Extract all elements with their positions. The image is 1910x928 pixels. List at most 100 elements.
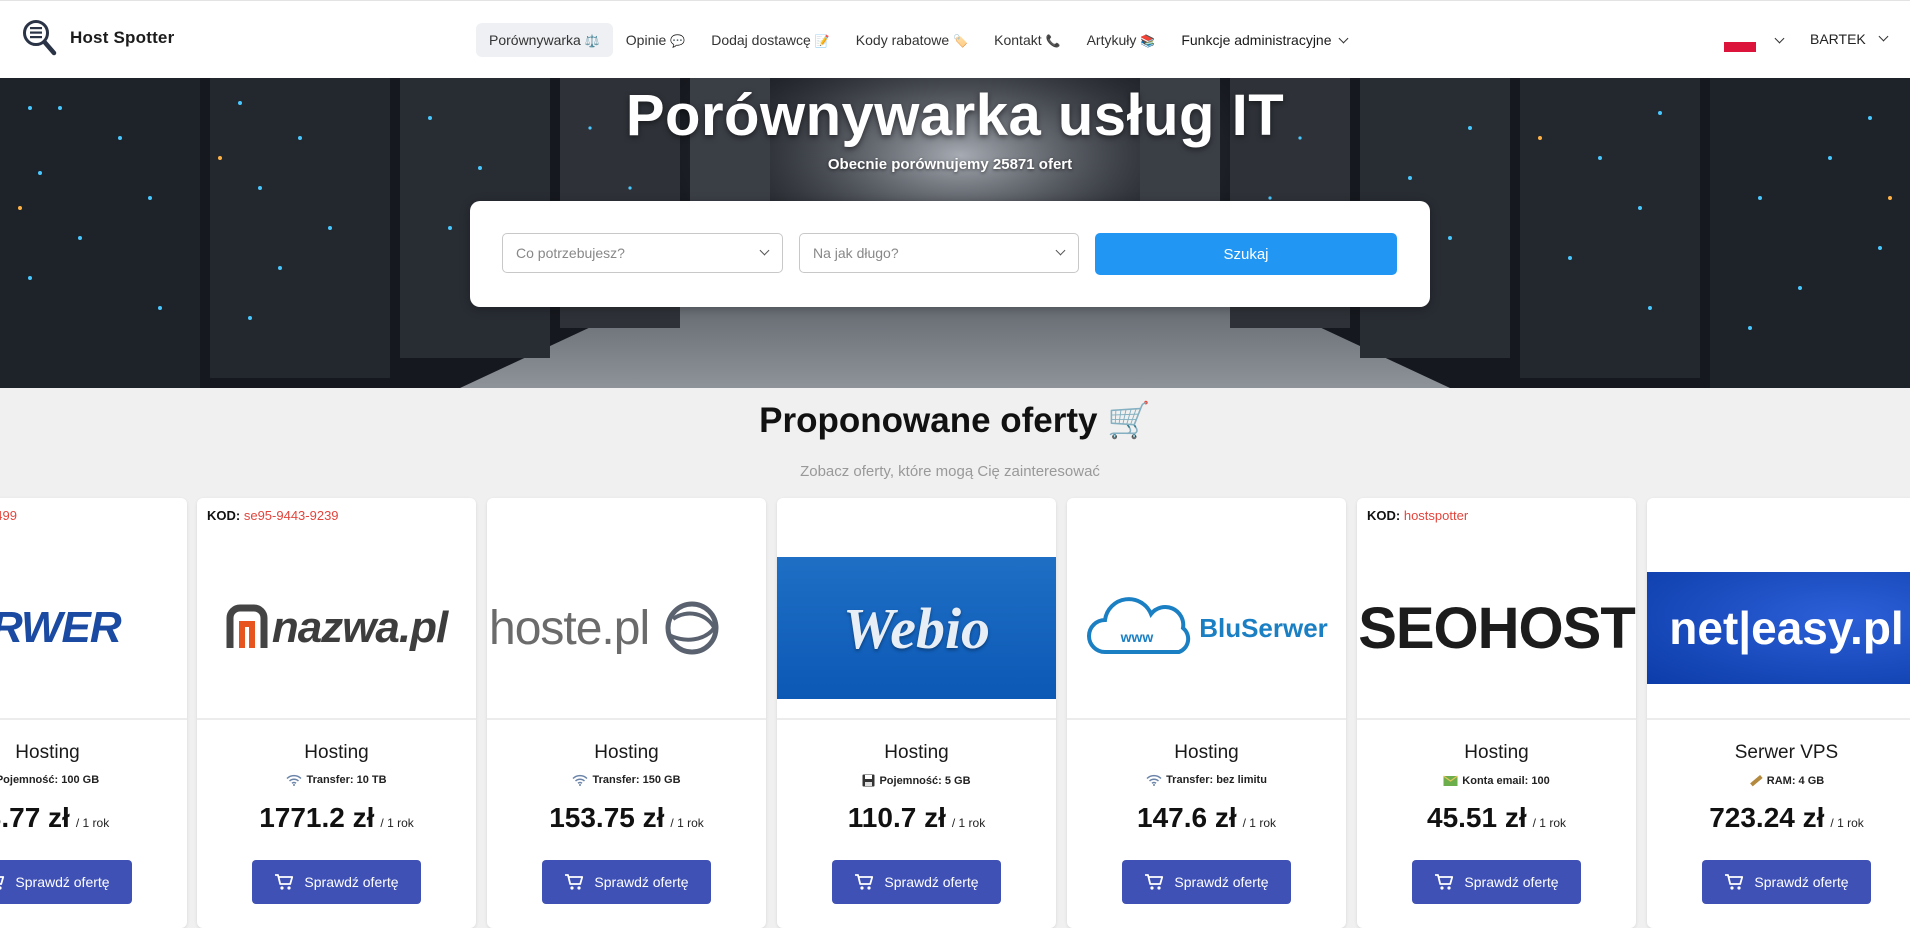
user-name: BARTEK — [1810, 31, 1866, 47]
offer-price: 1771.2 zł / 1 rok — [197, 802, 476, 834]
select-placeholder: Co potrzebujesz? — [516, 245, 625, 261]
nav-kody-rabatowe[interactable]: Kody rabatowe 🏷️ — [843, 23, 981, 57]
discount-code: KOD: se95-9443-9239 — [207, 508, 339, 523]
offers-title: Proponowane oferty 🛒 — [759, 401, 1151, 440]
check-offer-button[interactable]: Sprawdź ofertę — [1412, 860, 1581, 904]
offers-subtitle: Zobacz oferty, które mogą Cię zaintereso… — [800, 463, 1100, 480]
provider-logo: Webio — [777, 538, 1056, 720]
provider-logo-text: net|easy.pl — [1669, 602, 1904, 654]
nav-kontakt[interactable]: Kontakt 📞 — [981, 23, 1073, 57]
offer-price: 723.24 zł / 1 rok — [1647, 802, 1910, 834]
offer-type: Hosting — [304, 742, 369, 763]
offer-card: Webio Hosting Pojemność: 5 GB 110.7 zł / … — [777, 498, 1056, 928]
provider-logo: SEOHOST — [1357, 538, 1636, 720]
nav-artykuly[interactable]: Artykuły 📚 — [1074, 23, 1169, 57]
offer-card: net|easy.pl Serwer VPS RAM: 4 GB 723.24 … — [1647, 498, 1910, 928]
magnifier-logo-icon — [23, 20, 57, 56]
tag-icon: 🏷️ — [953, 34, 969, 48]
provider-logo-text: SEOHOST — [1358, 595, 1636, 661]
provider-logo: hoste.pl — [487, 538, 766, 720]
provider-logo-text: hoste.pl — [489, 601, 650, 655]
nav-admin-dropdown[interactable]: Funkcje administracyjne — [1168, 23, 1359, 57]
provider-logo: nazwa.pl — [197, 538, 476, 720]
language-selector[interactable] — [1724, 31, 1785, 52]
hero-title: Porównywarka usług IT — [625, 83, 1285, 148]
nav-label: Artykuły — [1086, 32, 1137, 48]
user-menu[interactable]: BARTEK — [1810, 31, 1889, 47]
offer-price: 147.6 zł / 1 rok — [1067, 802, 1346, 834]
offer-price: 3.77 zł / 1 rok — [0, 802, 187, 834]
search-button[interactable]: Szukaj — [1095, 233, 1397, 275]
cart-icon — [1145, 874, 1164, 890]
chevron-down-icon — [1338, 33, 1348, 44]
offer-type: Hosting — [594, 742, 659, 763]
price-value: 110.7 zł — [847, 802, 946, 833]
nazwa-logo-icon — [226, 604, 268, 648]
check-offer-button[interactable]: Sprawdź ofertę — [832, 860, 1001, 904]
neteasy-logo-box: net|easy.pl — [1647, 572, 1910, 684]
offer-card: www BluSerwer Hosting Transfer: bez limi… — [1067, 498, 1346, 928]
speech-bubble-icon: 💬 — [670, 34, 686, 48]
code-prefix: KOD: — [207, 508, 241, 523]
chevron-down-icon — [759, 245, 770, 256]
check-offer-button[interactable]: Sprawdź ofertę — [252, 860, 421, 904]
button-label: Sprawdź ofertę — [1754, 874, 1849, 890]
provider-logo-text: Webio — [842, 595, 991, 661]
hoste-globe-icon — [665, 601, 719, 655]
feature-text: Konta email: 100 — [1462, 774, 1550, 787]
service-type-select[interactable]: Co potrzebujesz? — [502, 233, 783, 273]
provider-logo-text: nazwa.pl — [271, 603, 448, 652]
offer-type: Hosting — [1464, 742, 1529, 763]
code-prefix: KOD: — [1367, 508, 1401, 523]
price-value: 147.6 zł — [1137, 802, 1237, 833]
provider-logo-text: SERWER — [0, 603, 122, 652]
books-icon: 📚 — [1140, 34, 1156, 48]
check-offer-button[interactable]: Sprawdź ofertę — [1702, 860, 1871, 904]
duration-select[interactable]: Na jak długo? — [799, 233, 1079, 273]
nav-label: Kontakt — [994, 32, 1042, 48]
feature-text: Transfer: 10 TB — [306, 774, 387, 786]
price-period: / 1 rok — [951, 816, 986, 830]
cart-icon — [855, 874, 874, 890]
offer-price: 45.51 zł / 1 rok — [1357, 802, 1636, 834]
scales-icon: ⚖️ — [584, 34, 600, 48]
nav-opinie[interactable]: Opinie 💬 — [613, 23, 698, 57]
price-value: 723.24 zł — [1709, 802, 1825, 833]
check-offer-button[interactable]: Sprawdź ofertę — [542, 860, 711, 904]
price-value: 1771.2 zł — [259, 802, 375, 833]
offer-feature: RAM: 4 GB — [1647, 774, 1910, 788]
button-label: Sprawdź ofertę — [594, 874, 689, 890]
cart-icon — [1435, 874, 1454, 890]
brand-logo-link[interactable]: Host Spotter — [22, 19, 174, 57]
feature-text: Transfer: bez limitu — [1166, 774, 1267, 786]
mail-icon — [1443, 775, 1459, 786]
check-offer-button[interactable]: Sprawdź ofertę — [0, 860, 132, 904]
offer-feature: Transfer: 150 GB — [487, 774, 766, 786]
price-period: / 1 rok — [1830, 816, 1864, 830]
offer-feature: Pojemność: 100 GB — [0, 774, 187, 786]
search-panel: Co potrzebujesz? Na jak długo? Szukaj — [470, 201, 1430, 307]
offer-card: -IKNVR9-126499 SERWER Hosting Pojemność:… — [0, 498, 187, 928]
provider-logo: SERWER — [0, 538, 187, 720]
discount-code: KOD: hostspotter — [1367, 508, 1468, 523]
provider-logo-text: BluSerwer — [1199, 612, 1328, 643]
price-period: / 1 rok — [380, 816, 414, 830]
poland-flag-icon — [1724, 31, 1756, 52]
price-period: / 1 rok — [670, 816, 704, 830]
cart-icon — [565, 874, 584, 890]
feature-text: Pojemność: 100 GB — [0, 774, 100, 786]
nav-dodaj-dostawce[interactable]: Dodaj dostawcę 📝 — [698, 23, 843, 57]
feature-text: Transfer: 150 GB — [592, 774, 681, 786]
phone-icon: 📞 — [1045, 34, 1061, 48]
hero-banner: Porównywarka usług IT Obecnie porównujem… — [0, 78, 1910, 388]
feature-text: Pojemność: 5 GB — [879, 774, 971, 787]
webio-logo-box: Webio — [777, 557, 1056, 699]
cart-icon — [0, 876, 5, 890]
offer-type: Hosting — [15, 742, 80, 763]
check-offer-button[interactable]: Sprawdź ofertę — [1122, 860, 1291, 904]
nav-label: Dodaj dostawcę — [711, 32, 811, 48]
offer-feature: Transfer: bez limitu — [1067, 774, 1346, 786]
offer-card: KOD: hostspotter SEOHOST Hosting Konta e… — [1357, 498, 1636, 928]
button-label: Sprawdź ofertę — [884, 874, 979, 890]
nav-porownywarka[interactable]: Porównywarka ⚖️ — [476, 23, 613, 57]
